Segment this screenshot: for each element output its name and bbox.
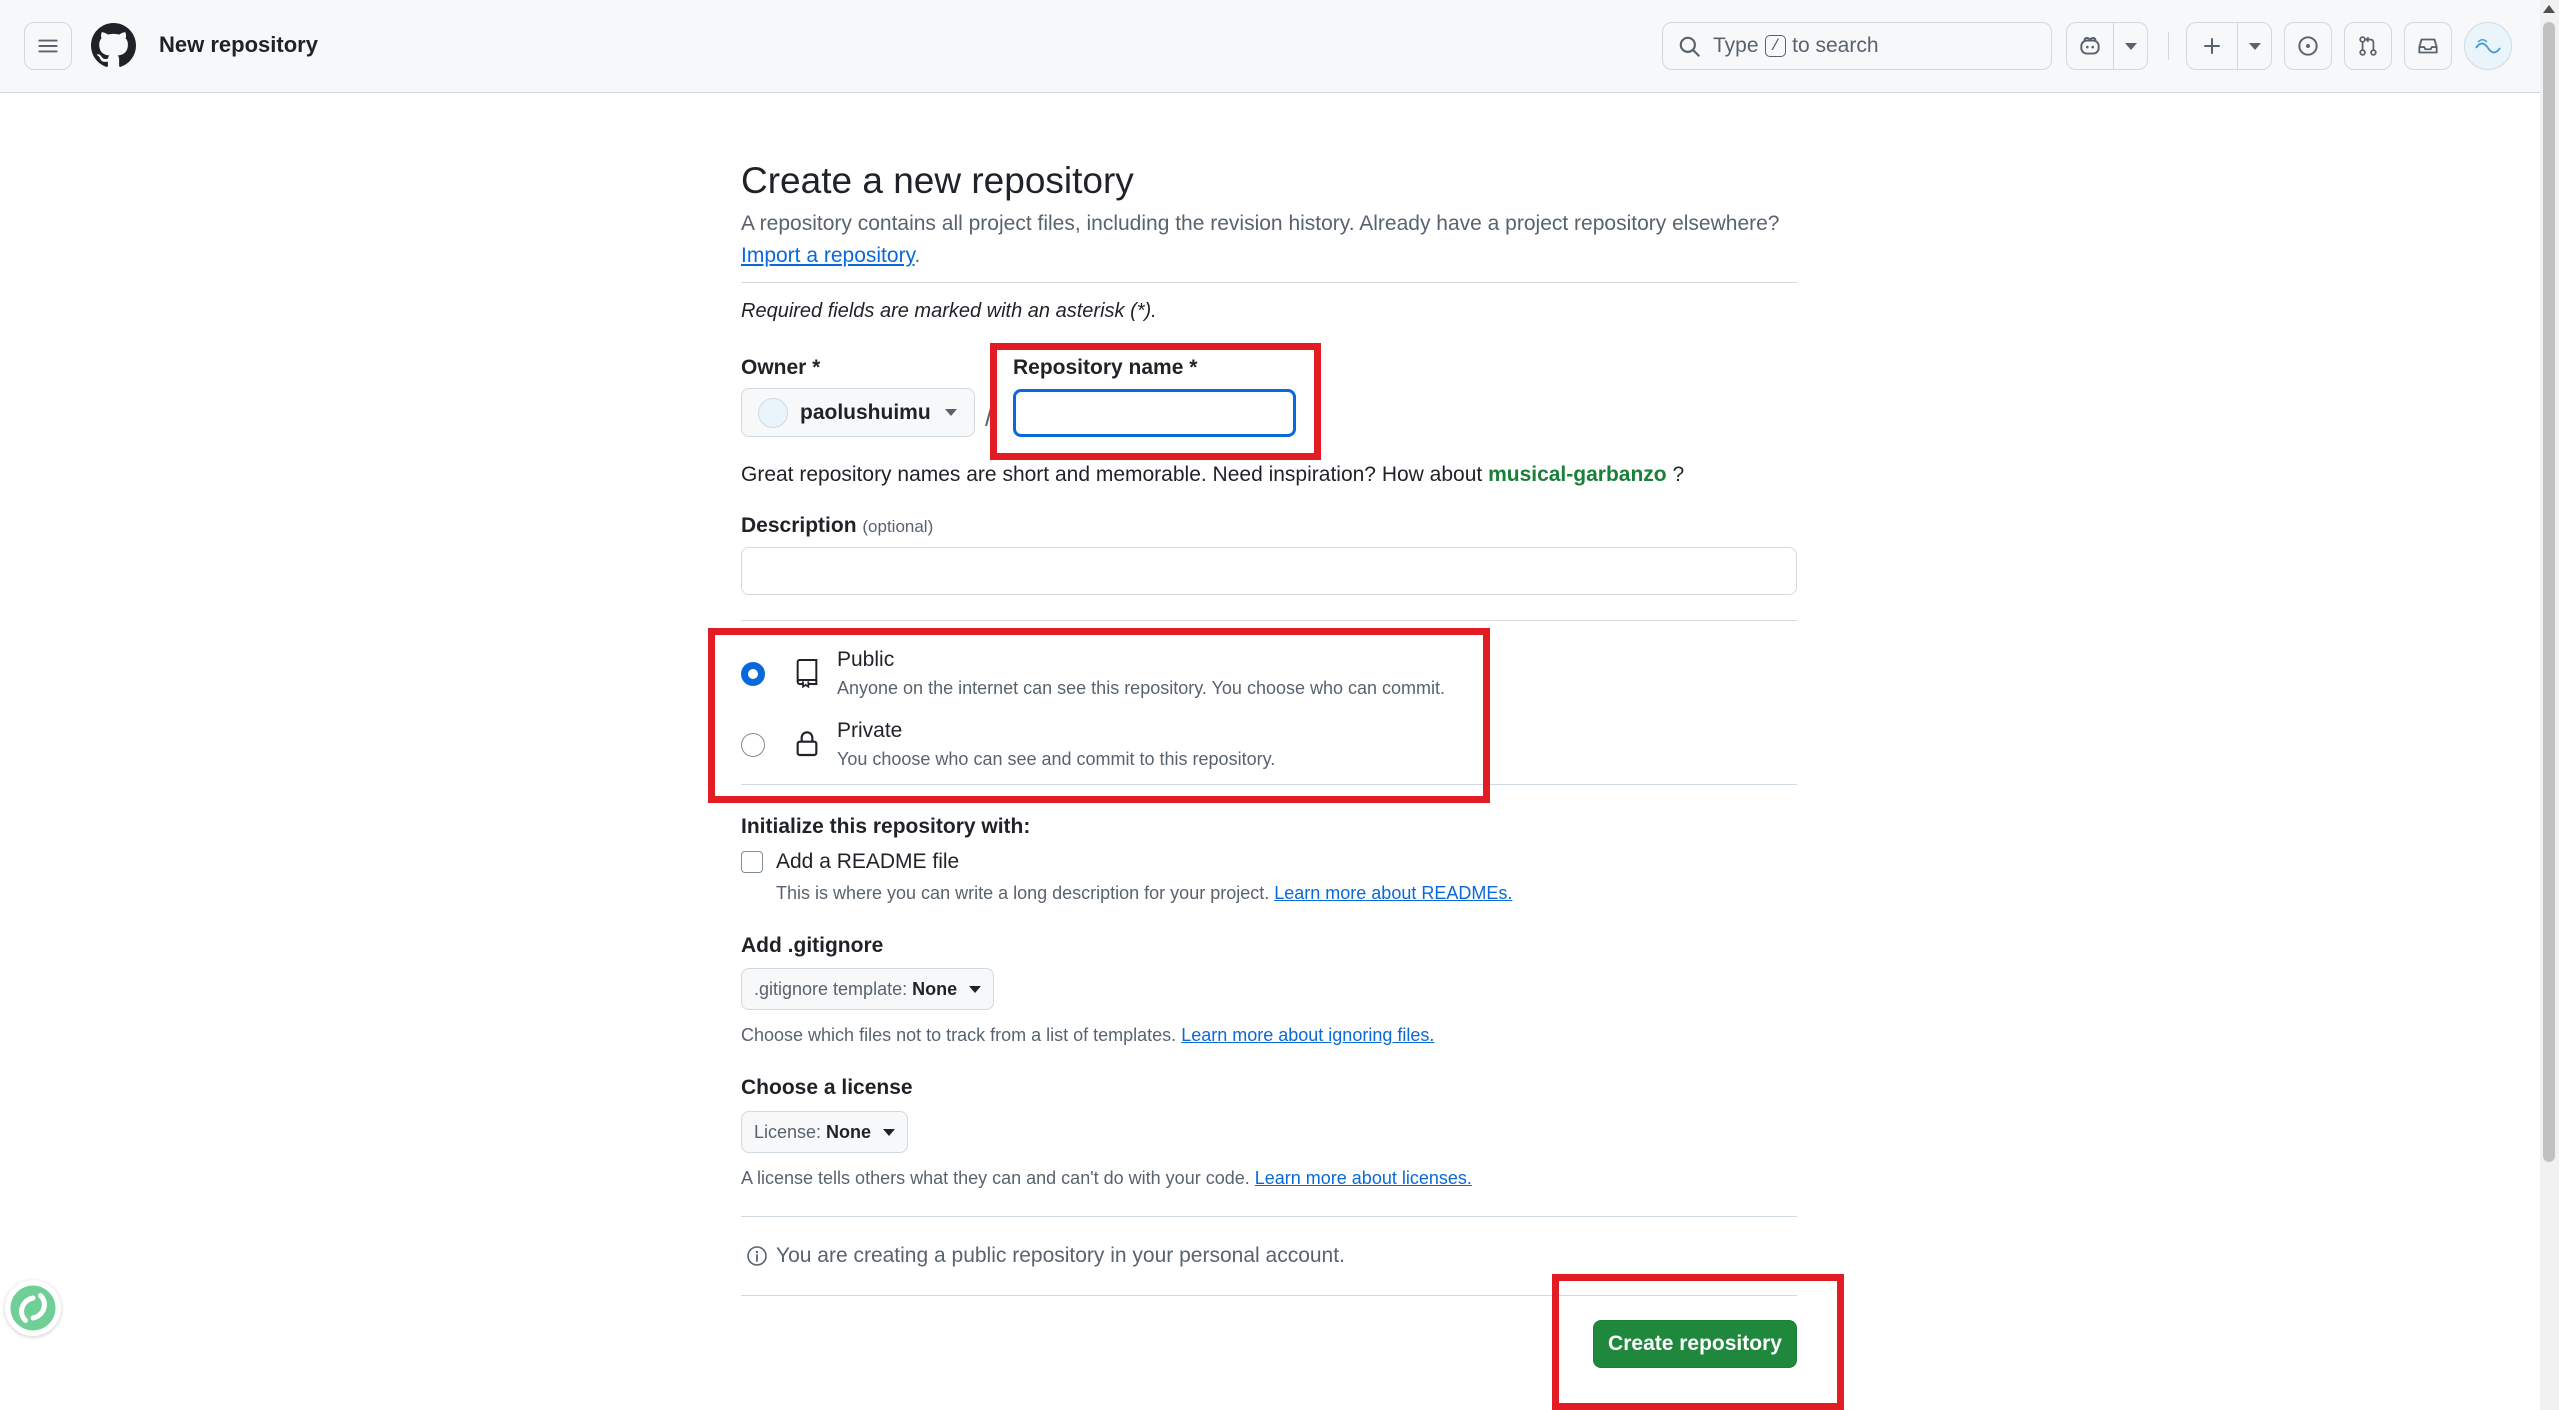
search-input[interactable]: Type / to search <box>1662 22 2052 70</box>
readme-help-text: This is where you can write a long descr… <box>776 883 1270 903</box>
description-label: Description (optional) <box>741 514 933 538</box>
global-header: New repository Type / to search <box>0 0 2540 93</box>
gitignore-help: Choose which files not to track from a l… <box>741 1025 1434 1046</box>
copilot-icon <box>2080 37 2100 55</box>
visibility-public-radio[interactable] <box>741 662 765 686</box>
visibility-public-desc: Anyone on the internet can see this repo… <box>837 678 1446 698</box>
gitignore-label: Add .gitignore <box>741 934 884 957</box>
repository-name-input[interactable] <box>1013 389 1296 437</box>
chevron-down-icon <box>883 1128 896 1136</box>
search-prefix: Type <box>1713 34 1759 57</box>
create-new-split-button <box>2186 22 2272 70</box>
chevron-down-icon <box>2124 42 2137 50</box>
chevron-down-icon <box>969 985 982 993</box>
import-link-row: Import a repository. <box>741 244 920 268</box>
create-new-button[interactable] <box>2187 23 2237 69</box>
copilot-button[interactable] <box>2067 23 2113 69</box>
info-icon <box>747 1246 767 1266</box>
repository-name-label: Repository name * <box>1013 356 1198 379</box>
hamburger-menu-button[interactable] <box>24 22 72 70</box>
visibility-private-desc: You choose who can see and commit to thi… <box>837 749 1276 769</box>
extension-logo-icon <box>10 1285 56 1331</box>
visibility-public-title: Public <box>837 648 895 671</box>
owner-avatar <box>758 397 788 428</box>
owner-value: paolushuimu <box>800 400 931 424</box>
import-repository-link[interactable]: Import a repository <box>741 244 915 267</box>
inspiration-end: ? <box>1672 463 1685 486</box>
scroll-up-arrow-icon[interactable] <box>2543 5 2555 13</box>
gitignore-value: None <box>912 978 958 999</box>
readme-help: This is where you can write a long descr… <box>776 883 1512 904</box>
hamburger-icon <box>38 39 58 53</box>
inbox-button[interactable] <box>2404 22 2452 70</box>
gitignore-help-text: Choose which files not to track from a l… <box>741 1025 1177 1045</box>
add-readme-checkbox[interactable] <box>741 851 763 873</box>
license-dropdown[interactable]: License: None <box>741 1111 909 1153</box>
inbox-icon <box>2418 38 2438 54</box>
visibility-private-radio[interactable] <box>741 733 765 757</box>
issues-icon <box>2298 36 2318 56</box>
add-readme-label[interactable]: Add a README file <box>776 850 959 874</box>
required-fields-note: Required fields are marked with an aster… <box>741 300 1157 322</box>
license-help-text: A license tells others what they can and… <box>741 1168 1250 1188</box>
header-divider <box>2168 32 2169 60</box>
gitignore-learn-more-link[interactable]: Learn more about ignoring files. <box>1181 1025 1434 1045</box>
pull-requests-button[interactable] <box>2344 22 2392 70</box>
avatar-image-icon <box>2471 29 2505 63</box>
owner-repo-separator: / <box>985 402 993 432</box>
repo-icon <box>796 659 818 688</box>
license-value: None <box>826 1121 872 1142</box>
divider <box>741 282 1797 283</box>
create-repository-button[interactable]: Create repository <box>1593 1320 1797 1368</box>
optional-hint: (optional) <box>862 517 934 536</box>
copilot-split-button <box>2066 22 2148 70</box>
context-title[interactable]: New repository <box>159 32 318 58</box>
copilot-dropdown-button[interactable] <box>2113 23 2147 69</box>
license-help: A license tells others what they can and… <box>741 1168 1472 1189</box>
owner-label: Owner * <box>741 356 821 379</box>
visibility-private-title: Private <box>837 719 903 742</box>
owner-dropdown[interactable]: paolushuimu <box>741 388 975 437</box>
page-title: Create a new repository <box>741 160 1134 201</box>
annotation-visibility <box>708 628 1490 803</box>
license-label: Choose a license <box>741 1076 913 1099</box>
user-avatar[interactable] <box>2464 22 2512 70</box>
readme-learn-more-link[interactable]: Learn more about READMEs. <box>1274 883 1512 903</box>
description-label-text: Description <box>741 514 857 537</box>
chevron-down-icon <box>944 409 957 416</box>
plus-icon <box>2204 38 2220 54</box>
public-repo-info: You are creating a public repository in … <box>776 1244 1345 1267</box>
gitignore-template-dropdown[interactable]: .gitignore template: None <box>741 968 995 1010</box>
license-prefix: License: <box>754 1121 822 1142</box>
lock-icon <box>796 731 818 757</box>
description-input[interactable] <box>741 547 1797 595</box>
create-new-dropdown[interactable] <box>2237 23 2271 69</box>
search-icon <box>1679 36 1700 57</box>
search-suffix: to search <box>1792 34 1879 57</box>
license-learn-more-link[interactable]: Learn more about licenses. <box>1255 1168 1472 1188</box>
name-suggestion[interactable]: musical-garbanzo <box>1488 463 1667 486</box>
search-hotkey: / <box>1764 35 1787 57</box>
pull-request-icon <box>2359 36 2377 56</box>
chevron-down-icon <box>2248 42 2261 50</box>
gitignore-prefix: .gitignore template: <box>754 978 908 999</box>
divider <box>741 1295 1797 1296</box>
extension-badge[interactable] <box>5 1280 61 1336</box>
scrollbar-thumb[interactable] <box>2543 22 2555 1162</box>
divider <box>741 1216 1797 1217</box>
issues-button[interactable] <box>2284 22 2332 70</box>
inspiration-text: Great repository names are short and mem… <box>741 463 1483 486</box>
divider <box>741 620 1797 621</box>
import-period: . <box>914 244 921 267</box>
initialize-label: Initialize this repository with: <box>741 815 1031 838</box>
divider <box>741 784 1797 785</box>
name-inspiration: Great repository names are short and mem… <box>741 463 1684 487</box>
page-subtitle: A repository contains all project files,… <box>741 212 1780 235</box>
github-logo-icon[interactable] <box>91 23 136 68</box>
